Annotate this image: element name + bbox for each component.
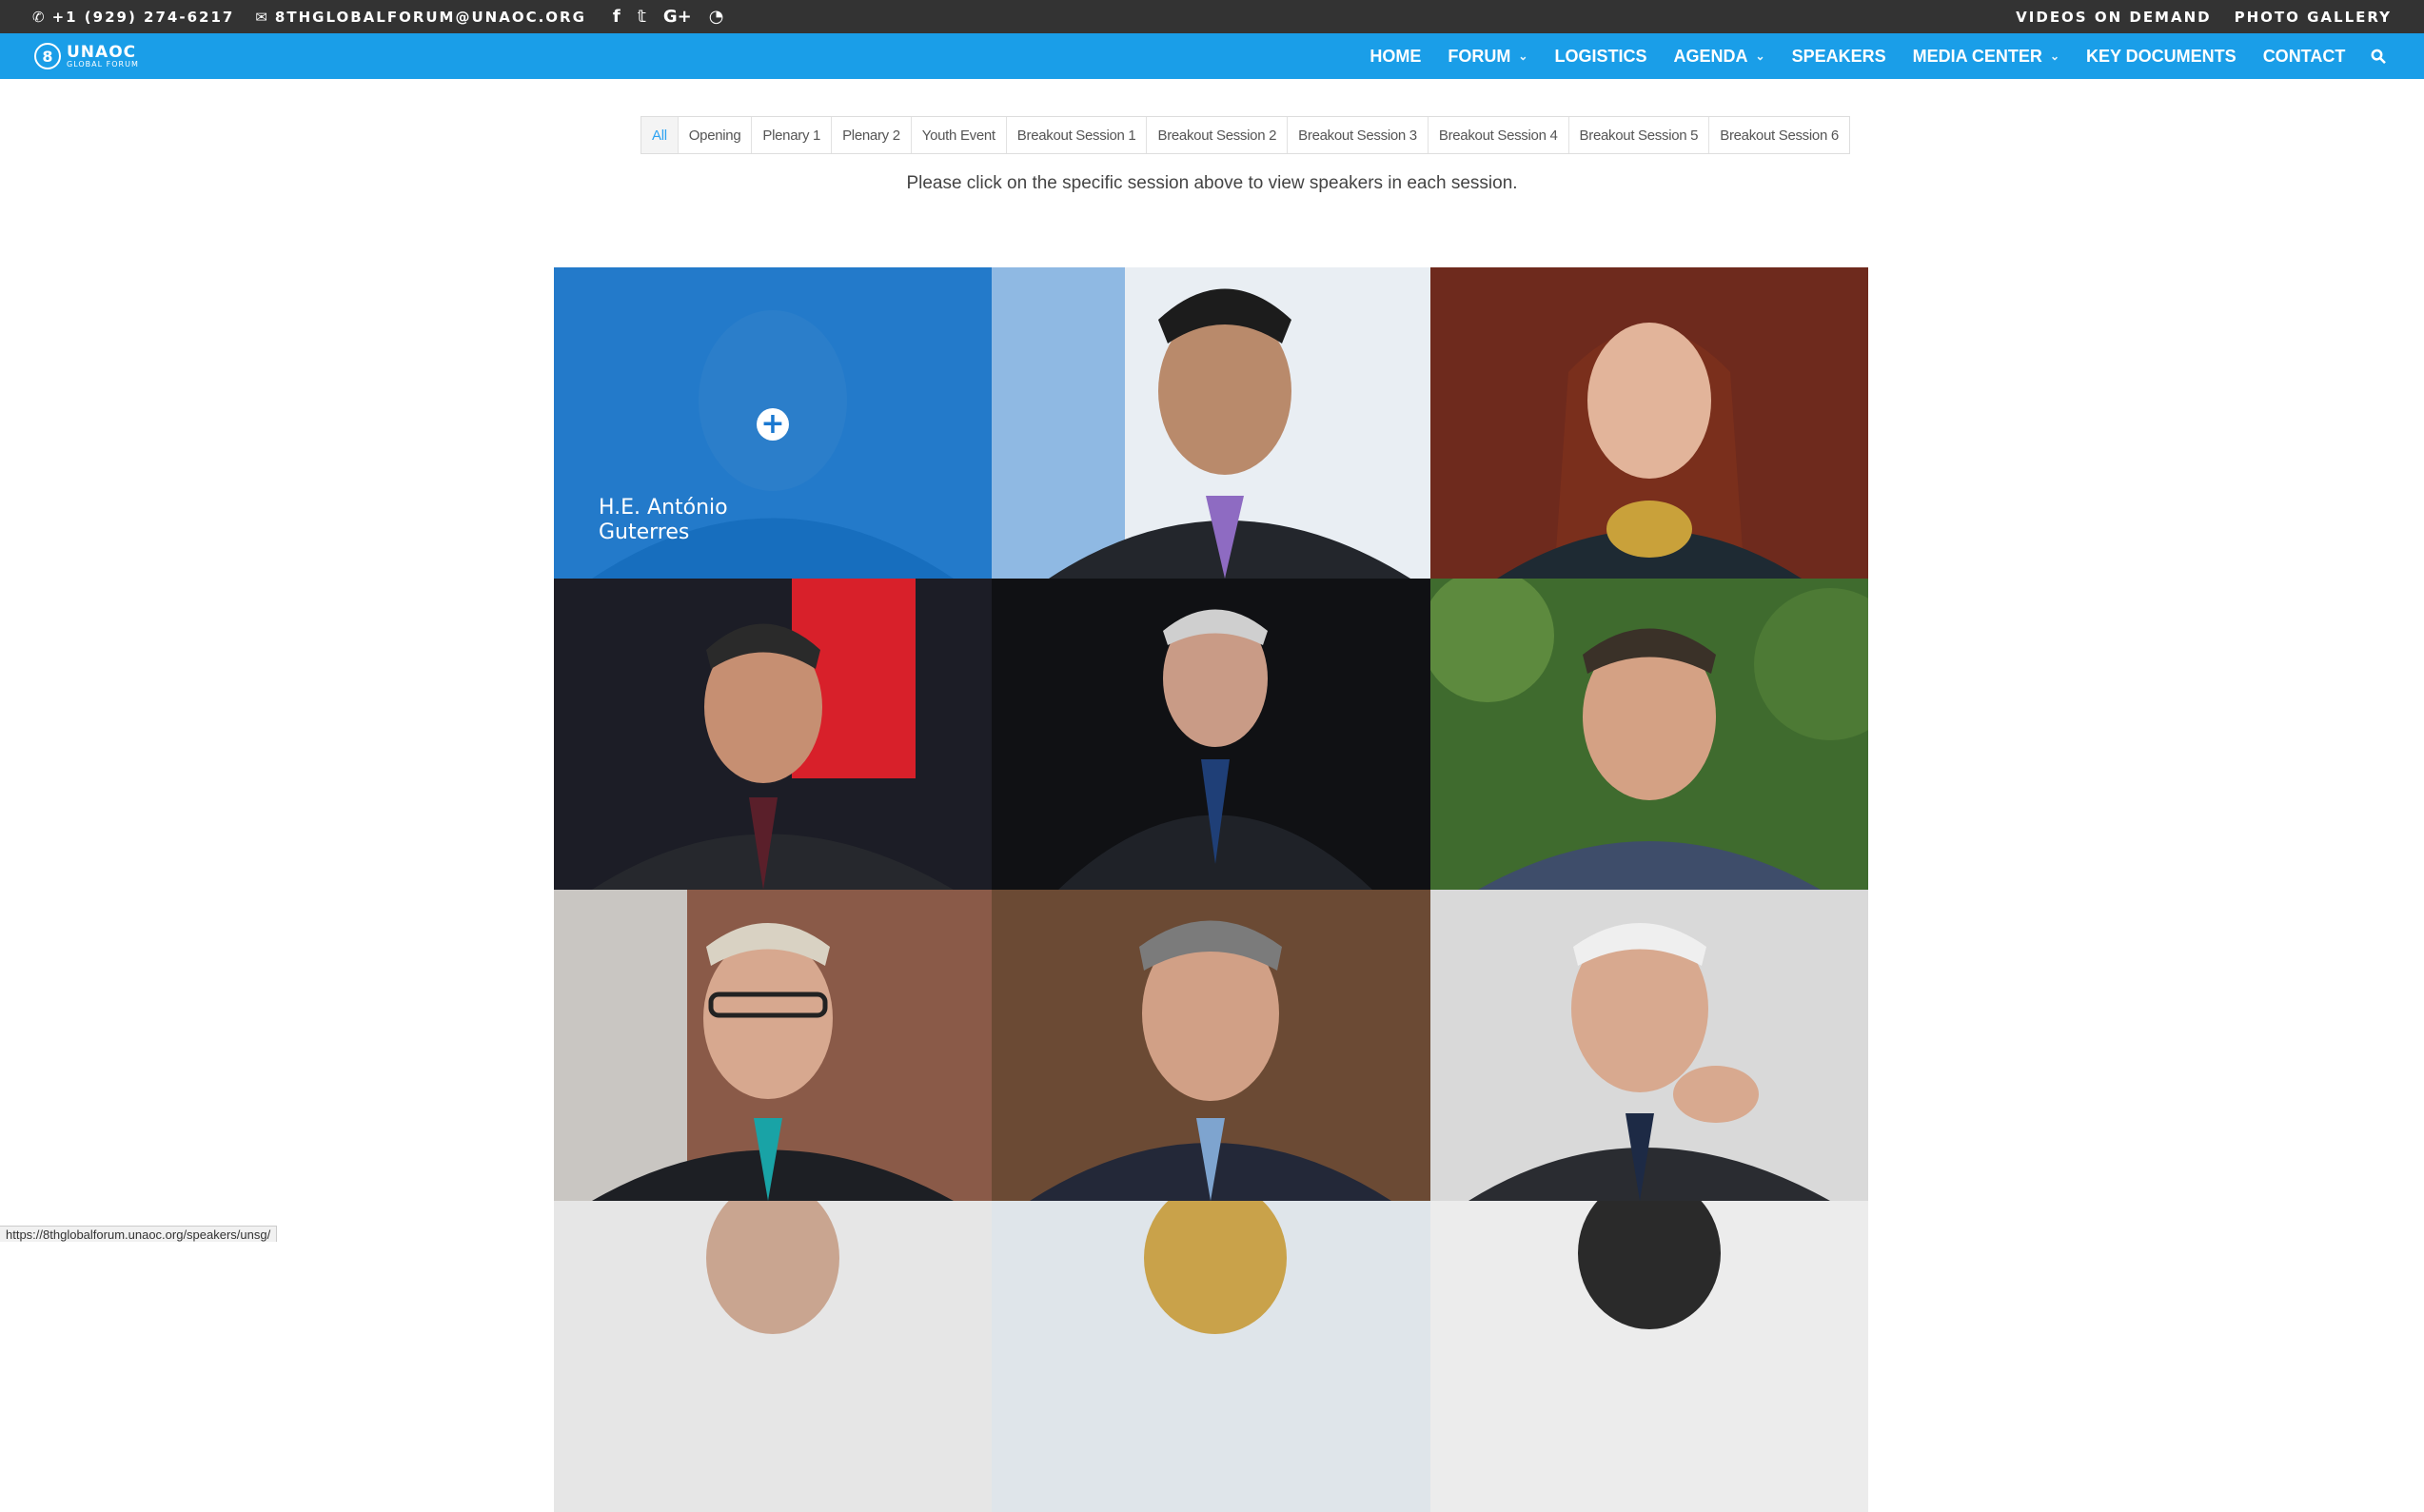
top-bar-contact: ✆ +1 (929) 274-6217 ✉ 8THGLOBALFORUM@UNA… [32, 0, 723, 33]
speaker-card[interactable] [554, 579, 992, 890]
nav-item-forum[interactable]: FORUM ⌄ [1448, 47, 1527, 67]
top-bar-links: VIDEOS ON DEMAND PHOTO GALLERY [2016, 0, 2392, 33]
twitter-icon[interactable]: 𝕥 [638, 7, 646, 27]
speaker-grid: + H.E. António Guterres [554, 267, 1868, 1512]
speaker-card[interactable] [992, 890, 1430, 1201]
nav-item-label: CONTACT [2262, 46, 2346, 66]
speaker-card[interactable] [992, 1201, 1430, 1512]
nav-item-media-center[interactable]: MEDIA CENTER ⌄ [1913, 47, 2059, 67]
status-url: https://8thglobalforum.unaoc.org/speaker… [0, 1226, 278, 1242]
speaker-card[interactable] [1430, 890, 1868, 1201]
speaker-photo [992, 1201, 1430, 1512]
tab-youth-event[interactable]: Youth Event [912, 117, 1007, 153]
top-bar: ✆ +1 (929) 274-6217 ✉ 8THGLOBALFORUM@UNA… [0, 0, 2424, 33]
videos-on-demand-link[interactable]: VIDEOS ON DEMAND [2016, 9, 2211, 26]
nav-item-speakers[interactable]: SPEAKERS [1792, 47, 1886, 67]
speaker-card[interactable] [992, 579, 1430, 890]
envelope-icon: ✉ [255, 8, 269, 26]
speaker-name-line: Guterres [599, 520, 690, 544]
chevron-down-icon: ⌄ [1518, 49, 1528, 63]
tab-breakout-session-4[interactable]: Breakout Session 4 [1429, 117, 1569, 153]
facebook-icon[interactable]: f [613, 7, 621, 27]
session-filter-tabs: All Opening Plenary 1 Plenary 2 Youth Ev… [640, 116, 1850, 154]
speaker-photo [1430, 890, 1868, 1201]
tab-breakout-session-5[interactable]: Breakout Session 5 [1569, 117, 1710, 153]
speaker-photo [992, 579, 1430, 890]
speaker-card[interactable] [992, 267, 1430, 579]
phone-number: +1 (929) 274-6217 [51, 8, 235, 26]
logo-text: UNAOC GLOBAL FORUM [67, 42, 139, 69]
speaker-photo [554, 1201, 992, 1512]
tab-opening[interactable]: Opening [679, 117, 753, 153]
site-logo[interactable]: 8 UNAOC GLOBAL FORUM [34, 38, 139, 74]
speaker-photo [1430, 579, 1868, 890]
nav-item-key-documents[interactable]: KEY DOCUMENTS [2086, 47, 2237, 67]
email-address: 8THGLOBALFORUM@UNAOC.ORG [274, 8, 586, 26]
speaker-card-guterres[interactable]: + H.E. António Guterres [554, 267, 992, 579]
speaker-photo [554, 579, 992, 890]
tab-plenary-1[interactable]: Plenary 1 [752, 117, 833, 153]
tab-breakout-session-6[interactable]: Breakout Session 6 [1709, 117, 1849, 153]
phone-link[interactable]: ✆ +1 (929) 274-6217 [32, 9, 234, 26]
tab-breakout-session-3[interactable]: Breakout Session 3 [1288, 117, 1429, 153]
search-button[interactable]: ⚲ [2367, 44, 2392, 69]
tab-breakout-session-2[interactable]: Breakout Session 2 [1147, 117, 1289, 153]
speaker-photo [1430, 267, 1868, 579]
search-icon: ⚲ [2367, 44, 2392, 69]
nav-item-agenda[interactable]: AGENDA ⌄ [1673, 47, 1764, 67]
nav-item-label: LOGISTICS [1554, 46, 1647, 66]
speaker-photo [992, 890, 1430, 1201]
speaker-card[interactable] [554, 1201, 992, 1512]
tab-all[interactable]: All [641, 117, 679, 153]
nav-item-label: SPEAKERS [1791, 46, 1886, 66]
speaker-photo [1430, 1201, 1868, 1512]
nav-item-label: HOME [1370, 46, 1422, 66]
tab-breakout-session-1[interactable]: Breakout Session 1 [1007, 117, 1148, 153]
logo-badge: 8 [34, 43, 61, 69]
logo-secondary: GLOBAL FORUM [67, 59, 139, 69]
speaker-photo [992, 267, 1430, 579]
google-plus-icon[interactable]: G+ [663, 7, 692, 27]
nav-item-label: KEY DOCUMENTS [2086, 46, 2237, 66]
speaker-card[interactable] [554, 890, 992, 1201]
rss-icon[interactable]: ◔ [709, 7, 724, 27]
chevron-down-icon: ⌄ [2049, 49, 2059, 63]
speaker-name: H.E. António Guterres [599, 496, 808, 545]
speaker-card[interactable] [1430, 267, 1868, 579]
nav-item-label: MEDIA CENTER [1912, 46, 2042, 66]
photo-gallery-link[interactable]: PHOTO GALLERY [2235, 9, 2392, 26]
phone-icon: ✆ [32, 8, 47, 26]
email-link[interactable]: ✉ 8THGLOBALFORUM@UNAOC.ORG [255, 9, 586, 26]
nav-item-logistics[interactable]: LOGISTICS [1554, 47, 1646, 67]
speaker-name-line: H.E. António [599, 496, 728, 520]
social-links: f 𝕥 G+ ◔ [613, 7, 724, 27]
nav-item-label: FORUM [1448, 46, 1511, 66]
nav-item-home[interactable]: HOME [1370, 47, 1421, 67]
nav-menu: HOME FORUM ⌄ LOGISTICS AGENDA ⌄ SPEAKERS M… [1370, 33, 2392, 79]
speaker-card[interactable] [1430, 579, 1868, 890]
main-nav: 8 UNAOC GLOBAL FORUM HOME FORUM ⌄ LOGISTI… [0, 33, 2424, 79]
speaker-photo [554, 890, 992, 1201]
plus-icon[interactable]: + [757, 408, 789, 441]
chevron-down-icon: ⌄ [1755, 49, 1765, 63]
nav-item-label: AGENDA [1673, 46, 1748, 66]
tab-plenary-2[interactable]: Plenary 2 [832, 117, 912, 153]
nav-item-contact[interactable]: CONTACT [2263, 47, 2346, 67]
speaker-card[interactable] [1430, 1201, 1868, 1512]
session-instruction: Please click on the specific session abo… [906, 173, 1518, 193]
logo-primary: UNAOC [67, 42, 137, 62]
